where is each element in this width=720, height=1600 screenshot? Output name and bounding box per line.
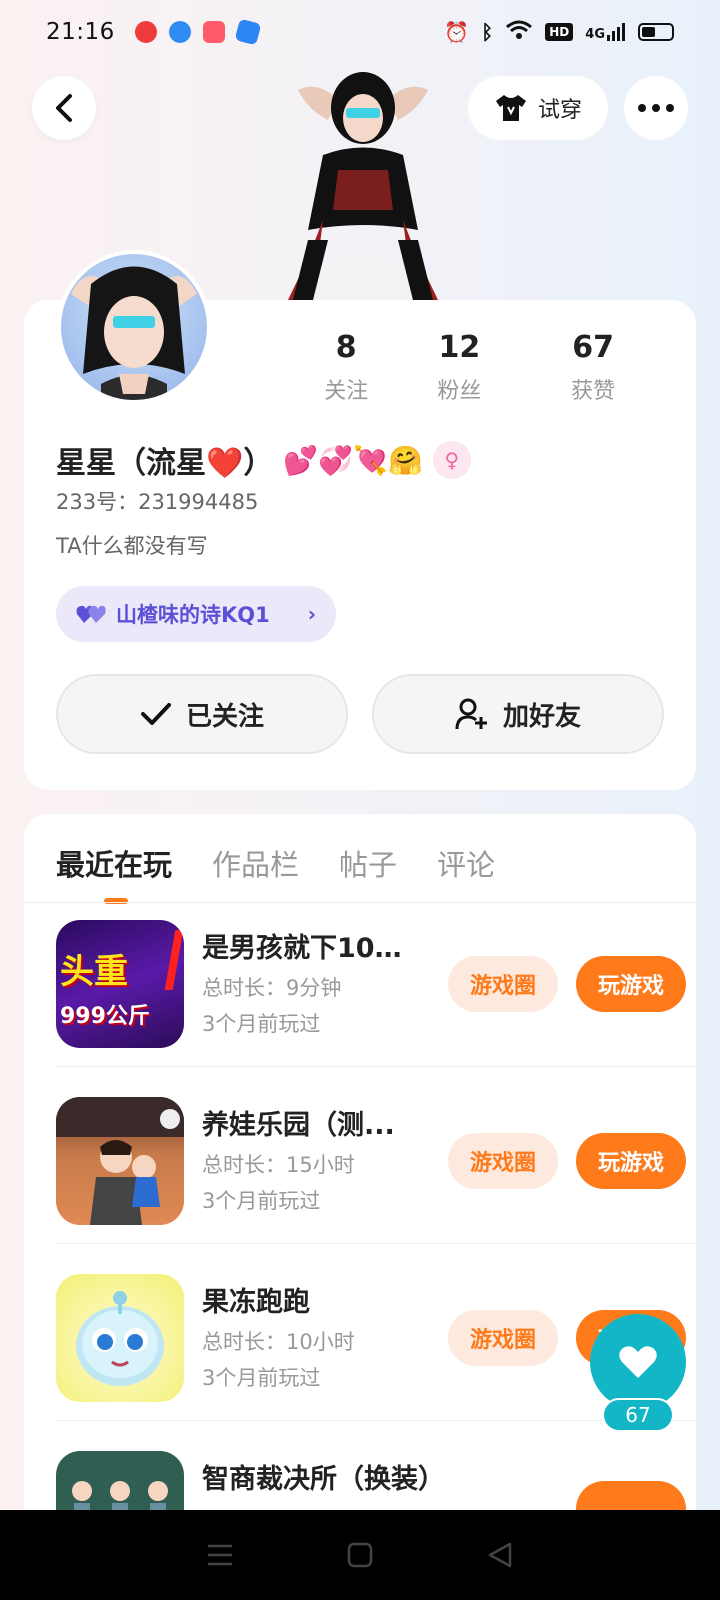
user-id[interactable]: 233号：231994485 (56, 486, 258, 516)
game-list-item[interactable]: 养娃乐园（测... 总时长：15小时 3个月前玩过 游戏圈 玩游戏 (56, 1067, 696, 1244)
back-nav-icon[interactable] (487, 1542, 513, 1568)
signal-icon: 4G (585, 22, 626, 42)
game-list-item[interactable]: 果冻跑跑 总时长：10小时 3个月前玩过 游戏圈 玩游戏 (56, 1244, 696, 1421)
following-count: 8 (335, 330, 357, 365)
game-icon (56, 1097, 184, 1225)
wifi-icon (505, 20, 533, 45)
chevron-right-icon: › (307, 602, 316, 626)
status-bar: 21:16 ⏰ ᛒ HD 4G (0, 0, 720, 64)
ellipsis-icon (638, 104, 674, 112)
add-friend-button[interactable]: 加好友 (372, 674, 664, 754)
cloud-app-icon (234, 18, 262, 46)
game-title: 智商裁决所（换装） (202, 1464, 445, 1495)
add-user-icon (455, 698, 487, 730)
female-gender-icon: ♀ (432, 441, 471, 479)
play-game-button[interactable]: 玩游戏 (576, 956, 686, 1012)
alarm-icon: ⏰ (444, 20, 470, 44)
game-icon-text-top: 头重 (60, 952, 128, 992)
name-emojis: 💕💞💘🤗 (283, 443, 423, 477)
likes-label: 获赞 (571, 379, 616, 404)
status-time: 21:16 (46, 19, 115, 45)
game-duration: 总时长：9分钟 (202, 976, 342, 1000)
name-row: 星星（流星❤️） 💕💞💘🤗 ♀ (56, 438, 471, 482)
game-circle-button[interactable]: 游戏圈 (448, 956, 558, 1012)
notification-icons (134, 18, 262, 46)
profile-actions: 已关注 加好友 (56, 674, 664, 754)
game-icon-text-bottom: 999公斤 (60, 1004, 150, 1029)
hd-badge: HD (545, 23, 574, 41)
following-label: 关注 (324, 379, 369, 404)
tab-comments[interactable]: 评论 (437, 842, 495, 884)
add-friend-label: 加好友 (502, 701, 581, 732)
play-game-button[interactable]: 玩游戏 (576, 1133, 686, 1189)
chevron-left-icon (56, 94, 72, 122)
back-button[interactable] (32, 76, 96, 140)
like-count: 67 (602, 1398, 674, 1432)
tab-recently-played[interactable]: 最近在玩 (56, 842, 172, 884)
game-circle-button[interactable]: 游戏圈 (448, 1133, 558, 1189)
fans-label: 粉丝 (437, 379, 482, 404)
network-type: 4G (585, 27, 605, 42)
browser-app-icon (168, 21, 191, 43)
stat-likes[interactable]: 67 获赞 (526, 330, 660, 405)
status-indicators: ⏰ ᛒ HD 4G (444, 20, 674, 45)
relationship-tag[interactable]: 山楂味的诗KQ1 › (56, 586, 336, 642)
user-bio: TA什么都没有写 (56, 534, 208, 558)
game-list-item[interactable]: 头重 999公斤 是男孩就下10... 总时长：9分钟 3个月前玩过 游戏圈 玩… (56, 890, 696, 1067)
content-tabs: 最近在玩 作品栏 帖子 评论 (56, 842, 495, 884)
profile-stats: 8 关注 12 粉丝 67 获赞 (300, 330, 660, 405)
try-on-button[interactable]: 试穿 (468, 76, 608, 140)
checkmark-icon (140, 703, 171, 725)
game-last-played: 3个月前玩过 (202, 1012, 321, 1036)
profile-name: 星星（流星❤️） (56, 446, 274, 481)
video-app-icon (134, 21, 157, 43)
content-card: 最近在玩 作品栏 帖子 评论 头重 999公斤 是男孩就下10... 总时长：9… (24, 814, 696, 1579)
game-icon (56, 1274, 184, 1402)
tab-works[interactable]: 作品栏 (212, 842, 299, 884)
system-nav-bar (0, 1510, 720, 1600)
game-duration: 总时长：15小时 (202, 1153, 355, 1177)
try-on-label: 试穿 (537, 98, 582, 123)
game-title: 果冻跑跑 (202, 1287, 310, 1318)
game-last-played: 3个月前玩过 (202, 1189, 321, 1213)
shirt-icon (495, 95, 526, 121)
tab-posts[interactable]: 帖子 (339, 842, 397, 884)
game-title: 是男孩就下10... (202, 933, 402, 964)
stat-fans[interactable]: 12 粉丝 (392, 330, 526, 405)
game-icon: 头重 999公斤 (56, 920, 184, 1048)
home-icon[interactable] (347, 1542, 373, 1568)
menu-icon[interactable] (207, 1543, 233, 1567)
following-button[interactable]: 已关注 (56, 674, 348, 754)
game-duration: 总时长：10小时 (202, 1330, 355, 1354)
game-circle-button[interactable]: 游戏圈 (448, 1310, 558, 1366)
fans-count: 12 (438, 330, 481, 365)
relationship-tag-label: 山楂味的诗KQ1 (116, 603, 270, 627)
avatar-3d-figure[interactable] (268, 60, 458, 300)
bluetooth-icon: ᛒ (481, 20, 494, 44)
kuaishou-app-icon (202, 21, 225, 43)
game-title: 养娃乐园（测... (202, 1110, 395, 1141)
double-heart-icon (76, 605, 106, 623)
battery-icon (638, 23, 674, 41)
likes-count: 67 (572, 330, 614, 365)
avatar[interactable] (57, 250, 211, 404)
stat-following[interactable]: 8 关注 (300, 330, 392, 405)
game-last-played: 3个月前玩过 (202, 1366, 321, 1390)
more-options-button[interactable] (624, 76, 688, 140)
heart-icon (619, 1346, 657, 1378)
like-button[interactable] (590, 1314, 686, 1410)
following-button-label: 已关注 (185, 701, 264, 732)
